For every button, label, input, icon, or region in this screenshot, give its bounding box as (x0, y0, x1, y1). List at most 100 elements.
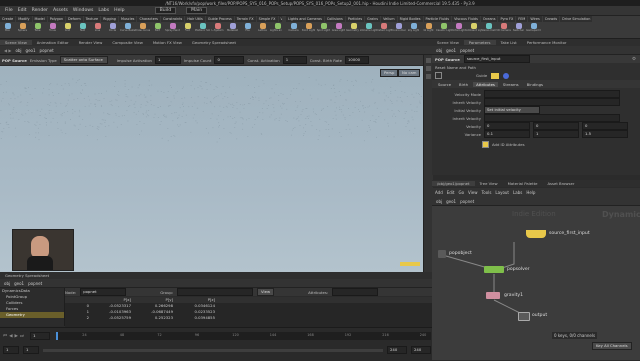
guide-checkbox[interactable] (435, 72, 442, 79)
shelf-tab-12[interactable]: Crowds (542, 16, 560, 22)
network-menu-3[interactable]: View (468, 190, 478, 195)
tab-1[interactable]: Parameters (463, 40, 496, 45)
const-birth-rate-field[interactable]: 10000 (345, 56, 370, 64)
shelf-tab-9[interactable]: Constraints (160, 16, 185, 22)
network-menu-1[interactable]: Edit (447, 190, 455, 195)
menu-assets[interactable]: Assets (53, 8, 68, 13)
network-menu-6[interactable]: Labs (513, 190, 522, 195)
step-forward-icon[interactable]: ⏭ (20, 333, 24, 339)
shelf-tool-17[interactable]: Lattice (255, 23, 270, 37)
param-tab-4[interactable]: Bindings (524, 82, 546, 87)
path-obj[interactable]: obj (436, 48, 442, 53)
shelf-tab-6[interactable]: Particle Fluids (423, 16, 452, 22)
shelf-tool-13[interactable]: Stereo Camera (481, 23, 496, 37)
shelf-tool-5[interactable]: Volume Light (361, 23, 376, 37)
network-menu-7[interactable]: Help (526, 190, 535, 195)
shelf-tool-8[interactable]: Curve Bezier (120, 23, 135, 37)
shelf-tool-7[interactable]: Circle (105, 23, 120, 37)
output-node[interactable] (518, 312, 530, 321)
param-vector-field[interactable]: 0 (533, 122, 579, 130)
shelf-tool-3[interactable]: Area Light (331, 23, 346, 37)
tab-2[interactable]: Take List (496, 40, 522, 45)
play-back-icon[interactable]: ⏮ (3, 333, 7, 339)
network-menu-4[interactable]: Tools (482, 190, 492, 195)
shelf-tab-11[interactable]: Guide Process (205, 16, 234, 22)
range-slider[interactable] (43, 348, 383, 352)
table-row[interactable]: 2 -0.0525759 0.252323 0.0394855 (65, 315, 432, 321)
shelf-tool-11[interactable]: Portal Light (451, 23, 466, 37)
shelf-tool-7[interactable]: Environment Light (391, 23, 406, 37)
shelf-tab-7[interactable]: Muscles (118, 16, 137, 22)
group-field[interactable] (177, 288, 254, 296)
menu-help[interactable]: Help (114, 8, 124, 13)
range-end-field[interactable]: 240 (387, 346, 407, 354)
step-back-icon[interactable]: ◀ (9, 334, 12, 339)
scene-viewport[interactable]: Persp No cam (0, 66, 423, 272)
source-node[interactable] (526, 230, 546, 238)
shelf-tool-4[interactable]: Grid (60, 23, 75, 37)
view-menu[interactable]: View (257, 288, 275, 296)
tab-3[interactable]: Composite View (107, 40, 147, 45)
shelf-tool-8[interactable]: Sky Light (406, 23, 421, 37)
tree-item[interactable]: Geometry (0, 312, 64, 318)
tab-0[interactable]: Scene View (0, 40, 32, 45)
tab-4[interactable]: Motion FX View (148, 40, 187, 45)
path-geo[interactable]: geo1 (446, 199, 456, 204)
shelf-tool-14[interactable]: L-System (210, 23, 225, 37)
shelf-tool-15[interactable]: Metaball (225, 23, 240, 37)
shelf-tool-0[interactable]: Box (0, 23, 15, 37)
param-vector-field[interactable]: 1 (533, 130, 579, 138)
attributes-field[interactable] (332, 288, 379, 296)
shelf-tool-0[interactable]: Camera (286, 23, 301, 37)
shelf-tab-2[interactable]: Model (32, 16, 47, 22)
shelf-tab-10[interactable]: FEM (516, 16, 528, 22)
color-wheel-icon[interactable] (503, 72, 510, 79)
menu-file[interactable]: File (5, 8, 13, 13)
path-obj[interactable]: obj (436, 199, 442, 204)
param-value-field[interactable] (484, 98, 620, 106)
popsolver-node[interactable] (484, 266, 504, 273)
shelf-tab-3[interactable]: Grains (365, 16, 381, 22)
tab-3[interactable]: Performance Monitor (522, 40, 572, 45)
menu-windows[interactable]: Windows (73, 8, 94, 13)
shelf-tab-4[interactable]: Vellum (381, 16, 397, 22)
param-vector-field[interactable]: 1.5 (582, 130, 628, 138)
param-value-field[interactable]: Set initial velocity (484, 106, 540, 114)
path-geo[interactable]: geo1 (14, 281, 24, 286)
shelf-tool-10[interactable]: Path (150, 23, 165, 37)
shelf-tab-3[interactable]: Polygon (47, 16, 66, 22)
node-field[interactable]: popnet (80, 288, 127, 296)
tab-geometry-spreadsheet[interactable]: Geometry Spreadsheet (0, 273, 54, 278)
shelf-tool-6[interactable]: Distant Light (376, 23, 391, 37)
shelf-tool-16[interactable]: File (240, 23, 255, 37)
tab-0[interactable]: Scene View (432, 40, 464, 45)
tab-1[interactable]: Animation Editor (32, 40, 74, 45)
shelf-tab-0[interactable]: Lights and Cameras (286, 16, 324, 22)
network-tab-1[interactable]: Tree View (475, 181, 503, 186)
shelf-tool-16[interactable]: Gamepad Camera (526, 23, 541, 37)
menu-edit[interactable]: Edit (18, 8, 27, 13)
shelf-tool-2[interactable]: Spot Light (316, 23, 331, 37)
network-tab-3[interactable]: Asset Browser (542, 181, 579, 186)
param-vector-field[interactable]: 0 (582, 122, 628, 130)
shelf-tab-12[interactable]: Terrain FX (234, 16, 256, 22)
param-value-field[interactable] (484, 114, 620, 122)
shelf-tab-5[interactable]: Texture (83, 16, 101, 22)
shelf-tool-5[interactable]: Null (75, 23, 90, 37)
path-obj[interactable]: obj (15, 48, 21, 53)
path-geo[interactable]: geo1 (446, 48, 456, 53)
network-menu-2[interactable]: Go (459, 190, 465, 195)
param-tab-3[interactable]: Streams (500, 82, 522, 87)
shelf-tab-11[interactable]: Wires (528, 16, 542, 22)
shelf-tab-1[interactable]: Collisions (324, 16, 345, 22)
network-canvas[interactable]: Indie Edition Dynamics source_first_inpu… (432, 206, 640, 360)
shelf-tab-10[interactable]: Hair Utils (185, 16, 205, 22)
tab-2[interactable]: Render View (74, 40, 108, 45)
path-node[interactable]: popnet (460, 48, 474, 53)
current-frame-field[interactable]: 1 (30, 332, 51, 340)
node-name-field[interactable]: source_first_input (463, 55, 530, 63)
shelf-tab-9[interactable]: Pyro FX (498, 16, 516, 22)
path-node[interactable]: popnet (28, 281, 42, 286)
persp-menu[interactable]: Persp (380, 69, 399, 77)
param-vector-field[interactable]: 0 (484, 122, 530, 130)
